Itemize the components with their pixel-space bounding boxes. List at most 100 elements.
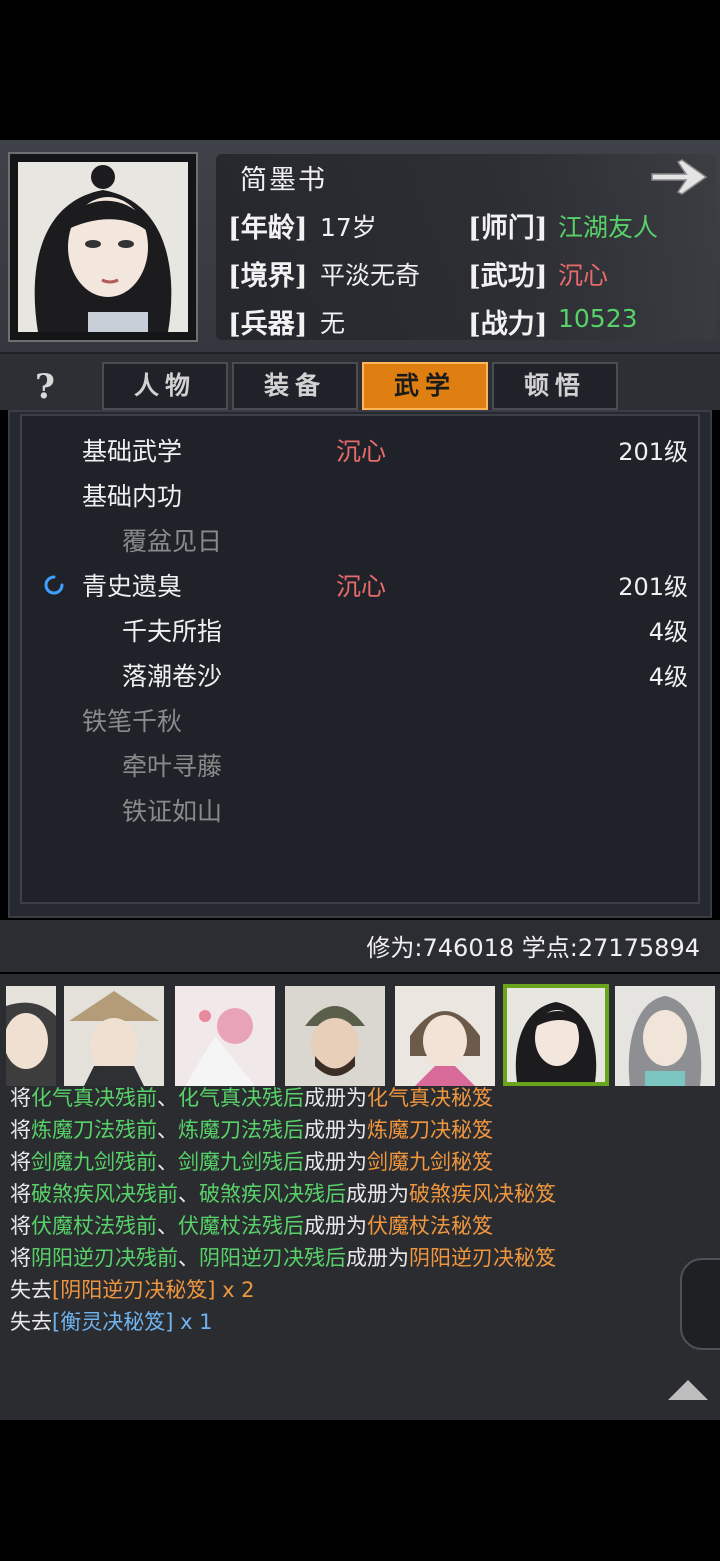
skill-row[interactable]: 青史遗臭 沉心 201级 — [22, 561, 702, 605]
skill-row[interactable]: 基础武学 沉心 201级 — [22, 426, 702, 470]
log-segment: 破煞疾风决残前 — [31, 1182, 178, 1206]
status-bar-area — [0, 0, 720, 140]
log-segment: 失去 — [10, 1310, 52, 1334]
realm-label: [境界] — [228, 261, 308, 292]
log-segment: 、 — [178, 1182, 199, 1206]
collapse-up-icon[interactable] — [668, 1380, 708, 1400]
party-member-avatar[interactable] — [615, 986, 715, 1086]
party-roster: 将化气真决残前、化气真决残后成册为化气真决秘笈 将炼魔刀法残前、炼魔刀法残后成册为… — [0, 974, 720, 1420]
log-segment: 将 — [10, 1118, 31, 1142]
party-member-avatar[interactable] — [395, 986, 495, 1086]
log-segment: 将 — [10, 1182, 31, 1206]
power-value: 10523 — [558, 304, 638, 333]
log-segment: 伏魔杖法秘笈 — [367, 1214, 493, 1238]
skill-row[interactable]: 落潮卷沙 4级 — [22, 651, 702, 695]
log-segment: 炼魔刀决秘笈 — [367, 1118, 493, 1142]
skill-row[interactable]: 基础内功 — [22, 471, 702, 515]
party-member-avatar[interactable] — [285, 986, 385, 1086]
party-member-avatar[interactable] — [175, 986, 275, 1086]
log-segment: 、 — [178, 1246, 199, 1270]
next-character-arrow-icon[interactable] — [648, 154, 710, 200]
party-member-avatar-selected[interactable] — [503, 984, 609, 1086]
log-segment: 伏魔杖法残后 — [178, 1214, 304, 1238]
log-segment: 剑魔九剑残前 — [31, 1150, 157, 1174]
log-line: 失去[衡灵决秘笈] x 1 — [10, 1306, 700, 1338]
log-segment: 成册为 — [304, 1214, 367, 1238]
skill-level: 201级 — [618, 573, 688, 601]
log-segment: 、 — [157, 1118, 178, 1142]
side-drawer-handle[interactable] — [680, 1258, 720, 1350]
age-label: [年龄] — [228, 213, 308, 244]
log-line: 将剑魔九剑残前、剑魔九剑残后成册为剑魔九剑秘笈 — [10, 1146, 700, 1178]
skill-level: 201级 — [618, 438, 688, 466]
skill-row[interactable]: 牵叶寻藤 — [22, 741, 702, 785]
log-segment: 成册为 — [304, 1118, 367, 1142]
log-segment: 化气真决残后 — [178, 1086, 304, 1110]
skill-tag: 沉心 — [336, 437, 387, 466]
character-portrait — [18, 162, 188, 332]
skill-name: 千夫所指 — [122, 617, 223, 646]
party-member-avatar[interactable] — [64, 986, 164, 1086]
log-segment: 炼魔刀法残后 — [178, 1118, 304, 1142]
log-segment: 失去 — [10, 1278, 52, 1302]
log-segment: 、 — [157, 1214, 178, 1238]
tab-martial-arts[interactable]: 武学 — [362, 362, 488, 410]
skill-name: 基础武学 — [82, 437, 183, 466]
log-segment: 化气真决秘笈 — [367, 1086, 493, 1110]
log-segment: 将 — [10, 1246, 31, 1270]
skill-name: 青史遗臭 — [82, 572, 183, 601]
log-line: 将伏魔杖法残前、伏魔杖法残后成册为伏魔杖法秘笈 — [10, 1210, 700, 1242]
skill-row[interactable]: 铁笔千秋 — [22, 696, 702, 740]
skill-row[interactable]: 铁证如山 — [22, 786, 702, 830]
cultivation-points: 修为:746018 学点:27175894 — [366, 934, 700, 962]
party-member-avatar[interactable] — [6, 986, 56, 1086]
help-icon[interactable]: ? — [22, 365, 68, 411]
martial-label: [武功] — [468, 261, 548, 292]
log-segment: 阴阳逆刃决残后 — [199, 1246, 346, 1270]
log-segment: 将 — [10, 1214, 31, 1238]
log-segment: 化气真决残前 — [31, 1086, 157, 1110]
log-line: 将炼魔刀法残前、炼魔刀法残后成册为炼魔刀决秘笈 — [10, 1114, 700, 1146]
skill-tag: 沉心 — [336, 572, 387, 601]
skill-level: 4级 — [648, 663, 688, 691]
skill-row[interactable]: 千夫所指 4级 — [22, 606, 702, 650]
realm-value: 平淡无奇 — [320, 261, 421, 290]
sect-label: [师门] — [468, 213, 548, 244]
log-segment: 破煞疾风决残后 — [199, 1182, 346, 1206]
log-segment: x 1 — [173, 1310, 213, 1334]
log-line: 将破煞疾风决残前、破煞疾风决残后成册为破煞疾风决秘笈 — [10, 1178, 700, 1210]
log-segment: 成册为 — [346, 1182, 409, 1206]
log-segment: 伏魔杖法残前 — [31, 1214, 157, 1238]
skill-name: 铁证如山 — [122, 797, 223, 826]
skill-name: 基础内功 — [82, 482, 183, 511]
log-segment: 阴阳逆刃决秘笈 — [409, 1246, 556, 1270]
log-segment: 将 — [10, 1150, 31, 1174]
log-segment: 将 — [10, 1086, 31, 1110]
log-line: 将阴阳逆刃决残前、阴阳逆刃决残后成册为阴阳逆刃决秘笈 — [10, 1242, 700, 1274]
log-segment: 、 — [157, 1150, 178, 1174]
tab-character[interactable]: 人物 — [102, 362, 228, 410]
skill-name: 牵叶寻藤 — [122, 752, 223, 781]
character-header: 简墨书 [年龄] 17岁 [师门] 江湖友人 [境界] 平淡无奇 [武功] 沉心… — [0, 140, 720, 354]
log-line: 失去[阴阳逆刃决秘笈] x 2 — [10, 1274, 700, 1306]
tab-bar: ? 人物 装备 武学 顿悟 — [0, 354, 720, 410]
skills-panel: 基础武学 沉心 201级 基础内功 覆盆见日 青史遗臭 沉心 201级 千夫所指… — [8, 410, 712, 918]
log-segment: 剑魔九剑残后 — [178, 1150, 304, 1174]
skill-level: 4级 — [648, 618, 688, 646]
character-name: 简墨书 — [240, 165, 327, 196]
skill-name: 覆盆见日 — [122, 527, 223, 556]
points-bar: 修为:746018 学点:27175894 — [0, 920, 720, 972]
age-value: 17岁 — [320, 213, 377, 242]
skill-row[interactable]: 覆盆见日 — [22, 516, 702, 560]
weapon-label: [兵器] — [228, 309, 308, 340]
skills-list: 基础武学 沉心 201级 基础内功 覆盆见日 青史遗臭 沉心 201级 千夫所指… — [20, 414, 700, 904]
log-segment: 成册为 — [304, 1150, 367, 1174]
weapon-value: 无 — [320, 309, 346, 338]
log-segment: 成册为 — [346, 1246, 409, 1270]
portrait-frame[interactable] — [8, 152, 198, 342]
log-segment: 阴阳逆刃决残前 — [31, 1246, 178, 1270]
tab-enlightenment[interactable]: 顿悟 — [492, 362, 618, 410]
log-segment: [阴阳逆刃决秘笈] — [52, 1278, 216, 1302]
tab-equipment[interactable]: 装备 — [232, 362, 358, 410]
active-skill-spinner-icon — [44, 575, 64, 595]
